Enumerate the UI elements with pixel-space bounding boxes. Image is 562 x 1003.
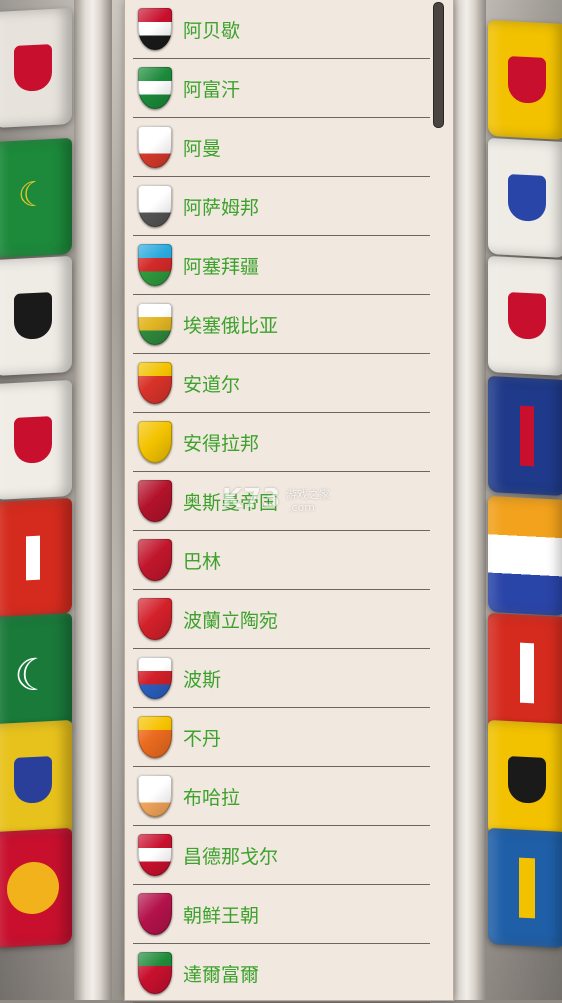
list-item-label: 布哈拉	[183, 786, 241, 809]
right-banner-france	[488, 137, 562, 259]
list-item-label: 達爾富爾	[183, 963, 260, 986]
list-item[interactable]: 阿富汗	[133, 59, 430, 118]
right-banner-tricolor	[488, 495, 562, 617]
list-item-label: 巴林	[183, 550, 222, 573]
list-item[interactable]: 阿萨姆邦	[133, 177, 430, 236]
left-banner-poland-lithuania	[0, 7, 72, 129]
list-item-label: 阿富汗	[183, 78, 241, 101]
right-pillar	[448, 0, 486, 1000]
shield-flag-icon	[138, 716, 172, 758]
list-item[interactable]: 安得拉邦	[133, 413, 430, 472]
list-item[interactable]: 奥斯曼帝国	[133, 472, 430, 531]
shield-flag-icon	[138, 8, 172, 50]
nation-list-panel: 阿贝歇阿富汗阿曼阿萨姆邦阿塞拜疆埃塞俄比亚安道尔安得拉邦奥斯曼帝国巴林波蘭立陶宛…	[125, 0, 453, 1003]
left-banner-russia	[0, 379, 72, 501]
shield-flag-icon	[138, 598, 172, 640]
shield-flag-icon	[138, 303, 172, 345]
list-item[interactable]: 巴林	[133, 531, 430, 590]
list-item-label: 阿贝歇	[183, 19, 241, 42]
shield-flag-icon	[138, 67, 172, 109]
shield-flag-icon	[138, 421, 172, 463]
list-item-label: 阿塞拜疆	[183, 255, 260, 278]
list-item-label: 安得拉邦	[183, 432, 260, 455]
list-item[interactable]: 布哈拉	[133, 767, 430, 826]
shield-flag-icon	[138, 480, 172, 522]
list-item-label: 朝鲜王朝	[183, 904, 260, 927]
left-banner-swiss	[0, 497, 72, 619]
list-item[interactable]: 阿贝歇	[133, 0, 430, 59]
shield-flag-icon	[138, 126, 172, 168]
list-item[interactable]: 安道尔	[133, 354, 430, 413]
left-banner-chrysanthemum	[0, 827, 72, 949]
left-pillar	[74, 0, 112, 1000]
shield-flag-icon	[138, 834, 172, 876]
list-item[interactable]: 達爾富爾	[133, 944, 430, 1003]
left-banner-crescent: ☾	[0, 612, 72, 734]
list-item-label: 埃塞俄比亚	[183, 314, 279, 337]
list-item-label: 波斯	[183, 668, 222, 691]
shield-flag-icon	[138, 775, 172, 817]
list-item[interactable]: 昌德那戈尔	[133, 826, 430, 885]
list-item-label: 安道尔	[183, 373, 241, 396]
list-item-label: 不丹	[183, 727, 222, 750]
right-banner-portugal	[488, 255, 562, 377]
left-banner-eagle	[0, 255, 72, 377]
list-item-label: 阿曼	[183, 137, 222, 160]
shield-flag-icon	[138, 362, 172, 404]
right-banner-eagle	[488, 719, 562, 841]
left-banner-crescents: ☾	[0, 137, 72, 259]
list-item-label: 奥斯曼帝国	[183, 491, 279, 514]
shield-flag-icon	[138, 893, 172, 935]
scrollbar-thumb[interactable]	[433, 2, 444, 128]
right-banner-union-jack	[488, 375, 562, 497]
list-item[interactable]: 不丹	[133, 708, 430, 767]
list-item-label: 波蘭立陶宛	[183, 609, 279, 632]
right-banner-sweden	[488, 827, 562, 949]
list-item[interactable]: 波斯	[133, 649, 430, 708]
shield-flag-icon	[138, 952, 172, 994]
list-item[interactable]: 阿塞拜疆	[133, 236, 430, 295]
list-item[interactable]: 朝鲜王朝	[133, 885, 430, 944]
list-scrollbar[interactable]	[431, 0, 445, 1000]
shield-flag-icon	[138, 657, 172, 699]
list-item[interactable]: 阿曼	[133, 118, 430, 177]
left-banner-dragon	[0, 719, 72, 841]
shield-flag-icon	[138, 185, 172, 227]
list-item[interactable]: 波蘭立陶宛	[133, 590, 430, 649]
nation-list: 阿贝歇阿富汗阿曼阿萨姆邦阿塞拜疆埃塞俄比亚安道尔安得拉邦奥斯曼帝国巴林波蘭立陶宛…	[133, 0, 430, 1003]
right-banner-spain	[488, 19, 562, 141]
shield-flag-icon	[138, 539, 172, 581]
shield-flag-icon	[138, 244, 172, 286]
list-item-label: 昌德那戈尔	[183, 845, 279, 868]
list-item-label: 阿萨姆邦	[183, 196, 260, 219]
list-item[interactable]: 埃塞俄比亚	[133, 295, 430, 354]
right-banner-savoy	[488, 612, 562, 734]
